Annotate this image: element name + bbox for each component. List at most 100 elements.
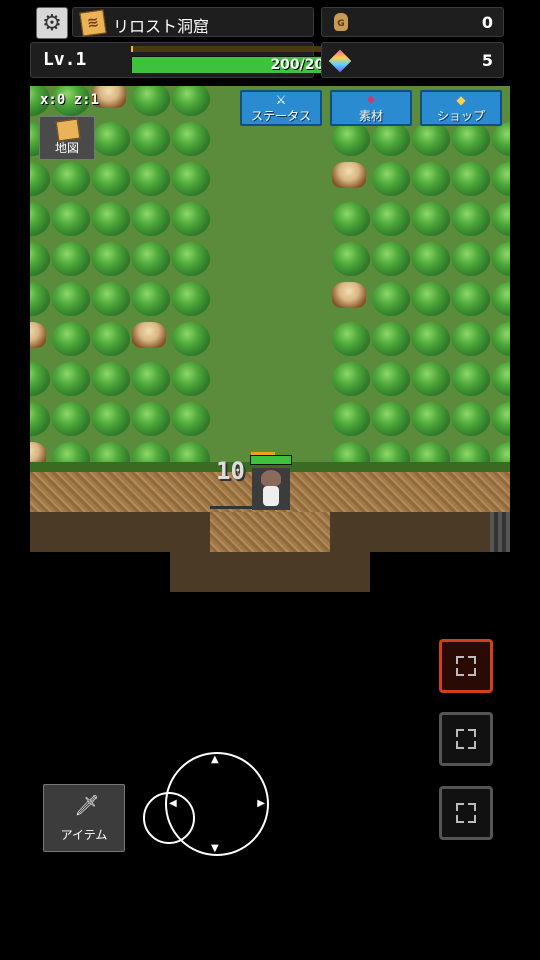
bush-tile: [332, 242, 370, 276]
bush-tile: [132, 402, 170, 436]
materials-icon: ♦: [365, 93, 377, 107]
bush-tile: [372, 362, 410, 396]
bush-tile: [492, 242, 510, 276]
location-name: リロスト洞窟: [113, 17, 210, 36]
shop-button[interactable]: ◆ ショップ: [420, 90, 502, 126]
arrow-right-icon: ▶: [257, 798, 265, 809]
bush-tile: [52, 402, 90, 436]
bush-tile: [452, 362, 490, 396]
bush-tile: [172, 162, 210, 196]
game-field[interactable]: [30, 86, 510, 466]
bush-tile: [30, 162, 50, 196]
bush-tile: [30, 282, 50, 316]
bush-tile: [92, 242, 130, 276]
bush-tile: [172, 362, 210, 396]
enemy-shadow: [210, 506, 252, 509]
bush-tile: [52, 322, 90, 356]
bush-tile: [492, 122, 510, 156]
corner-icon: [468, 656, 476, 664]
gold-panel: G 0: [321, 7, 504, 37]
bush-tile: [452, 402, 490, 436]
dirt-lower-shadow: [170, 552, 370, 592]
bush-tile: [492, 362, 510, 396]
bush-tile: [332, 402, 370, 436]
gold-bag-icon: G: [334, 13, 348, 31]
hp-bar: 200/200: [131, 56, 339, 74]
bush-tile: [452, 162, 490, 196]
bush-tile: [92, 162, 130, 196]
status-button[interactable]: ⚔ ステータス: [240, 90, 322, 126]
bush-tile: [332, 122, 370, 156]
dirt-lit-block: [210, 512, 330, 552]
corner-icon: [468, 741, 476, 749]
bush-tile: [412, 162, 450, 196]
bush-tile: [492, 162, 510, 196]
bush-tile: [52, 242, 90, 276]
bush-tile: [172, 282, 210, 316]
map-button-label: 地図: [54, 141, 79, 155]
bush-tile: [92, 202, 130, 236]
corner-icon: [468, 668, 476, 676]
materials-button[interactable]: ♦ 素材: [330, 90, 412, 126]
tree-stump: [30, 322, 46, 348]
bush-tile: [372, 402, 410, 436]
bush-tile: [172, 86, 210, 116]
bush-tile: [132, 122, 170, 156]
bush-tile: [412, 362, 450, 396]
bush-tile: [132, 162, 170, 196]
bush-tile: [92, 282, 130, 316]
bush-tile: [132, 242, 170, 276]
arrow-down-icon: ▼: [211, 843, 219, 854]
level-panel: Lv.1 200/200: [30, 42, 339, 78]
player-character: [252, 468, 290, 510]
player-hp-bar: [250, 452, 292, 465]
bush-tile: [372, 122, 410, 156]
gold-count: 0: [481, 13, 493, 32]
bush-tile: [132, 202, 170, 236]
action-slot-1[interactable]: [439, 639, 493, 693]
joystick-knob[interactable]: [143, 792, 195, 844]
bush-tile: [30, 202, 50, 236]
bush-tile: [452, 322, 490, 356]
bush-tile: [172, 242, 210, 276]
bush-tile: [452, 122, 490, 156]
corner-icon: [468, 729, 476, 737]
settings-gear-button[interactable]: ⚙: [36, 7, 68, 39]
sword-icon: ⚔: [275, 93, 287, 107]
player-hp-bar-fill: [251, 456, 291, 464]
bush-tile: [452, 242, 490, 276]
bush-tile: [172, 322, 210, 356]
map-button[interactable]: 地図: [39, 116, 95, 160]
bush-tile: [492, 202, 510, 236]
bush-tile: [172, 122, 210, 156]
corner-icon: [468, 803, 476, 811]
bush-tile: [452, 282, 490, 316]
bush-tile: [92, 322, 130, 356]
bush-tile: [332, 202, 370, 236]
map-icon: [55, 118, 81, 142]
status-button-label: ステータス: [250, 109, 311, 123]
corner-icon: [456, 803, 464, 811]
damage-number: 10: [216, 457, 245, 485]
bush-tile: [52, 202, 90, 236]
gem-icon: [328, 49, 352, 73]
item-icon: 🗡: [74, 793, 100, 817]
bush-tile: [132, 86, 170, 116]
xp-bar-fill: [131, 46, 134, 52]
action-slot-2[interactable]: [439, 712, 493, 766]
corner-icon: [456, 656, 464, 664]
bush-tile: [30, 402, 50, 436]
bush-tile: [372, 162, 410, 196]
player-stamina-bar: [251, 452, 275, 455]
tree-stump: [332, 162, 366, 188]
bush-tile: [372, 322, 410, 356]
item-button-label: アイテム: [60, 828, 108, 842]
bush-tile: [412, 202, 450, 236]
bush-tile: [412, 322, 450, 356]
player-body: [263, 486, 279, 506]
xp-bar: [131, 46, 339, 52]
action-slot-3[interactable]: [439, 786, 493, 840]
item-button[interactable]: 🗡 アイテム: [43, 784, 125, 852]
gem-panel: 5: [321, 42, 504, 78]
bush-tile: [132, 282, 170, 316]
